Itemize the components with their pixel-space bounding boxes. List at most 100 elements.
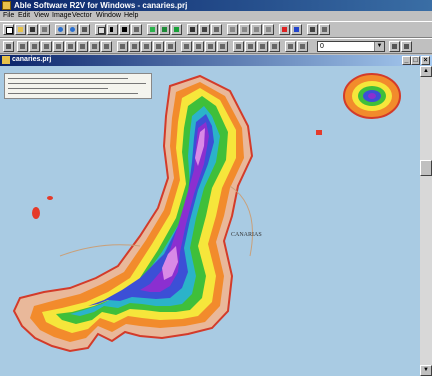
edit-tool-15-button[interactable] (181, 41, 192, 52)
context-help-icon (322, 27, 327, 32)
chevron-down-icon[interactable]: ▼ (374, 42, 384, 51)
scroll-up-button[interactable]: ▲ (420, 66, 432, 77)
edit-tool-3-button[interactable] (29, 41, 40, 52)
menu-image[interactable]: Image (52, 12, 71, 19)
maximize-button[interactable]: □ (411, 56, 420, 65)
help-button[interactable] (307, 24, 318, 35)
app-titlebar[interactable]: Able Software R2V for Windows - canaries… (0, 0, 432, 11)
scroll-down-button[interactable]: ▼ (420, 365, 432, 376)
edit-tool-13-button[interactable] (153, 41, 164, 52)
vertical-scrollbar[interactable]: ▲ ▼ (420, 66, 432, 376)
edit-tool-7-icon (80, 44, 85, 49)
zoom-out-button[interactable] (67, 24, 78, 35)
edit-tool-19-button[interactable] (233, 41, 244, 52)
layer-list-icon (404, 44, 409, 49)
open-button[interactable] (15, 24, 26, 35)
edit-tool-9-button[interactable] (101, 41, 112, 52)
layer-list-button[interactable] (401, 41, 412, 52)
tool-b-icon (242, 27, 247, 32)
edit-tool-10-icon (120, 44, 125, 49)
menu-help[interactable]: Help (124, 12, 138, 19)
overlay-icon (174, 27, 179, 32)
new-project-button[interactable] (3, 24, 14, 35)
edit-tool-23-button[interactable] (285, 41, 296, 52)
edit-tool-6-icon (68, 44, 73, 49)
legend-line (8, 88, 108, 89)
tool-b-button[interactable] (239, 24, 250, 35)
pan-button[interactable] (79, 24, 90, 35)
pan-hand-icon (82, 27, 87, 32)
edit-tool-11-button[interactable] (129, 41, 140, 52)
raster-button[interactable] (147, 24, 158, 35)
edit-tool-2-button[interactable] (17, 41, 28, 52)
minimize-button[interactable]: _ (402, 56, 411, 65)
edit-tool-6-button[interactable] (65, 41, 76, 52)
vector-button[interactable] (159, 24, 170, 35)
select-button[interactable] (107, 24, 118, 35)
link-button[interactable] (211, 24, 222, 35)
edit-node-button[interactable] (119, 24, 130, 35)
menu-vector[interactable]: Vector (72, 12, 92, 19)
document-icon (2, 56, 10, 64)
tool-a-button[interactable] (227, 24, 238, 35)
edit-tool-4-button[interactable] (41, 41, 52, 52)
edit-tool-1-button[interactable] (3, 41, 14, 52)
menu-edit[interactable]: Edit (18, 12, 30, 19)
edit-tool-18-button[interactable] (217, 41, 228, 52)
menu-file[interactable]: File (3, 12, 14, 19)
print-button[interactable] (39, 24, 50, 35)
menu-view[interactable]: View (34, 12, 49, 19)
edit-tool-7-button[interactable] (77, 41, 88, 52)
layer-select-value: 0 (320, 43, 324, 50)
pen-button[interactable] (291, 24, 302, 35)
legend-line (8, 93, 138, 94)
layer-props-button[interactable] (389, 41, 400, 52)
edit-tool-20-button[interactable] (245, 41, 256, 52)
edit-tool-24-button[interactable] (297, 41, 308, 52)
edit-tool-14-button[interactable] (165, 41, 176, 52)
zoom-in-button[interactable] (55, 24, 66, 35)
auto-trace-button[interactable] (199, 24, 210, 35)
edit-tool-21-button[interactable] (257, 41, 268, 52)
save-button[interactable] (27, 24, 38, 35)
edit-tool-20-icon (248, 44, 253, 49)
context-help-button[interactable] (319, 24, 330, 35)
edit-tool-16-button[interactable] (193, 41, 204, 52)
menu-bar: File Edit View Image Vector Window Help (0, 11, 432, 21)
line-icon (134, 27, 139, 32)
edit-tool-18-icon (220, 44, 225, 49)
close-button[interactable]: × (421, 56, 430, 65)
edit-tool-2-icon (20, 44, 25, 49)
document-window: canaries.prj _ □ × CANARIAS ▲ ▼ (0, 55, 432, 376)
edit-tool-14-icon (168, 44, 173, 49)
menu-window[interactable]: Window (96, 12, 121, 19)
trace-button[interactable] (187, 24, 198, 35)
edit-tool-17-icon (208, 44, 213, 49)
layer-select[interactable]: 0 ▼ (317, 41, 385, 52)
islet-northeast (343, 73, 401, 119)
link-icon (214, 27, 219, 32)
map-canvas[interactable]: CANARIAS (0, 66, 420, 376)
edit-tool-17-button[interactable] (205, 41, 216, 52)
islet-east (316, 130, 322, 135)
edit-tool-10-button[interactable] (117, 41, 128, 52)
scroll-thumb[interactable] (420, 160, 432, 176)
edit-tool-21-icon (260, 44, 265, 49)
edit-tool-8-button[interactable] (89, 41, 100, 52)
tool-d-button[interactable] (263, 24, 274, 35)
layer-props-icon (392, 44, 397, 49)
tool-c-button[interactable] (251, 24, 262, 35)
overlay-button[interactable] (171, 24, 182, 35)
tool-a-icon (230, 27, 235, 32)
edit-tool-12-button[interactable] (141, 41, 152, 52)
edit-tool-5-button[interactable] (53, 41, 64, 52)
pen-icon (294, 27, 299, 32)
app-icon (2, 1, 11, 10)
window-button[interactable] (95, 24, 106, 35)
map-legend (4, 73, 152, 99)
edit-tool-24-icon (300, 44, 305, 49)
edit-tool-22-button[interactable] (269, 41, 280, 52)
draw-line-button[interactable] (131, 24, 142, 35)
document-titlebar[interactable]: canaries.prj _ □ × (0, 55, 432, 66)
color-button[interactable] (279, 24, 290, 35)
